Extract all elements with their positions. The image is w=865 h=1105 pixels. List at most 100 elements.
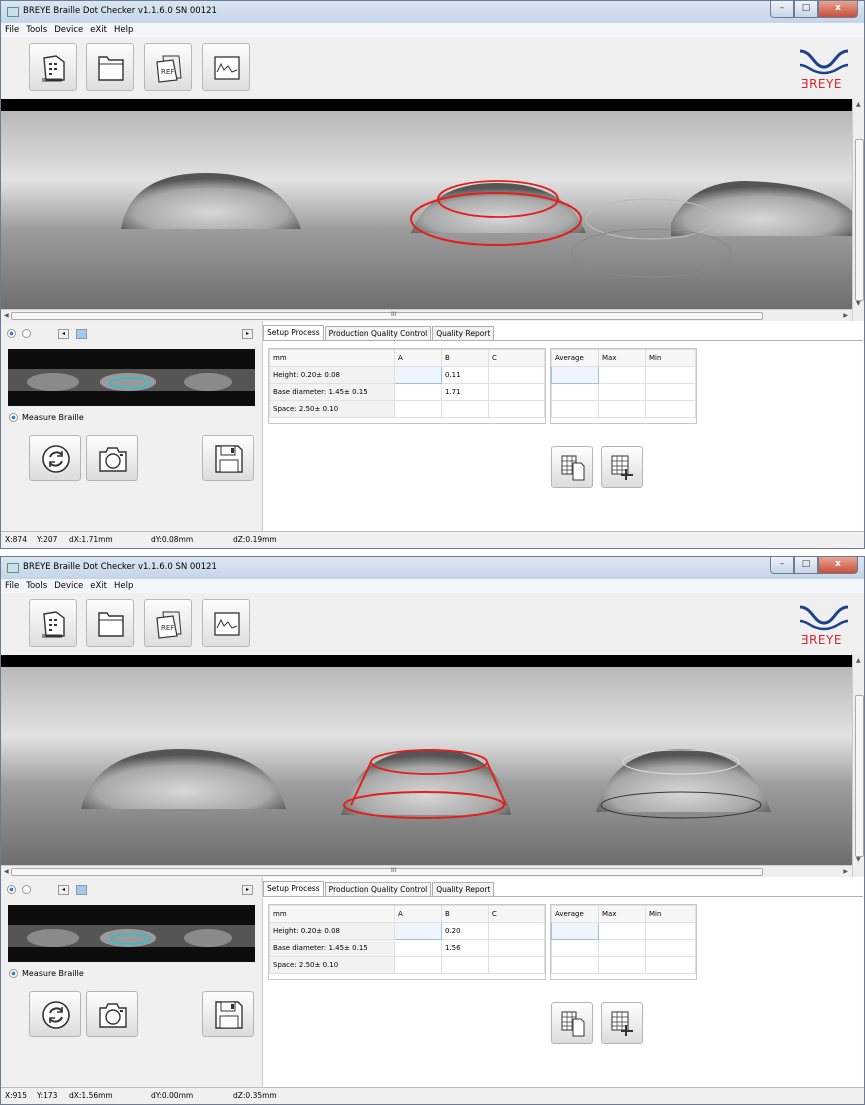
table-cell[interactable] [645,383,696,401]
cell-height-c[interactable] [488,366,545,384]
reference-button[interactable]: REF [144,599,192,647]
cell-base-diameter-c[interactable] [488,383,545,401]
view-option-radio-2[interactable] [22,885,31,894]
menu-file[interactable]: File [1,579,22,593]
view-option-radio-1[interactable] [7,329,16,338]
new-document-button[interactable] [29,599,77,647]
table-cell[interactable] [551,939,599,957]
table-cell[interactable] [551,956,599,974]
add-table-row-button[interactable] [601,1002,643,1044]
braille-dot-image[interactable] [1,111,852,309]
tab-setup-process[interactable]: Setup Process [263,881,324,896]
menu-help[interactable]: Help [110,579,136,593]
table-cell[interactable] [598,939,646,957]
cell-average[interactable] [551,366,599,384]
refresh-button[interactable] [29,435,81,481]
tab-production-quality-control[interactable]: Production Quality Control [324,882,432,897]
table-cell[interactable] [551,383,599,401]
new-document-button[interactable] [29,43,77,91]
view-option-radio-2[interactable] [22,329,31,338]
cell-max[interactable] [598,922,646,940]
graph-report-button[interactable] [202,43,250,91]
vertical-scrollbar[interactable]: ▲ ▼ [852,99,864,321]
cell-height-a[interactable] [394,922,442,940]
scroll-right-arrow[interactable]: ▶ [843,868,848,875]
cell-space-b[interactable] [441,956,489,974]
menu-file[interactable]: File [1,23,22,37]
save-button[interactable] [202,991,254,1037]
image-thumbnail[interactable] [8,349,255,406]
open-folder-button[interactable] [86,599,134,647]
add-table-row-button[interactable] [601,446,643,488]
vertical-scrollbar[interactable]: ▲ ▼ [852,655,864,877]
cell-height-b[interactable]: 0.11 [441,366,489,384]
cell-height-c[interactable] [488,922,545,940]
menu-tools[interactable]: Tools [22,579,50,593]
table-cell[interactable] [598,383,646,401]
cell-height-a[interactable] [394,366,442,384]
tab-setup-process[interactable]: Setup Process [263,325,324,340]
maximize-button[interactable]: □ [794,1,818,18]
horizontal-scroll-thumb[interactable] [11,868,763,876]
thumbnail-select-button[interactable] [76,329,87,339]
scroll-up-arrow[interactable]: ▲ [856,101,861,108]
close-button[interactable]: x [818,557,858,574]
scroll-down-arrow[interactable]: ▼ [856,856,861,863]
tab-quality-report[interactable]: Quality Report [432,326,495,341]
menu-help[interactable]: Help [110,23,136,37]
scroll-left-arrow[interactable]: ◀ [4,312,9,319]
horizontal-scrollbar[interactable]: ◀ III ▶ [1,309,852,321]
tab-production-quality-control[interactable]: Production Quality Control [324,326,432,341]
minimize-button[interactable]: – [770,1,794,18]
thumbnail-next-button[interactable]: ▸ [242,329,253,339]
export-table-button[interactable] [551,1002,593,1044]
cell-space-a[interactable] [394,400,442,418]
cell-space-c[interactable] [488,400,545,418]
table-cell[interactable] [645,400,696,418]
table-cell[interactable] [645,939,696,957]
cell-space-c[interactable] [488,956,545,974]
scroll-right-arrow[interactable]: ▶ [843,312,848,319]
view-option-radio-1[interactable] [7,885,16,894]
export-table-button[interactable] [551,446,593,488]
menu-tools[interactable]: Tools [22,23,50,37]
cell-base-diameter-c[interactable] [488,939,545,957]
thumbnail-next-button[interactable]: ▸ [242,885,253,895]
cell-space-a[interactable] [394,956,442,974]
thumbnail-prev-button[interactable]: ◂ [58,329,69,339]
save-button[interactable] [202,435,254,481]
cell-base-diameter-b[interactable]: 1.56 [441,939,489,957]
vertical-scroll-thumb[interactable] [855,139,864,301]
microscope-image-view[interactable] [1,655,864,877]
capture-button[interactable] [86,435,138,481]
title-bar[interactable]: BREYE Braille Dot Checker v1.1.6.0 SN 00… [1,557,864,579]
vertical-scroll-thumb[interactable] [855,695,864,857]
tab-quality-report[interactable]: Quality Report [432,882,495,897]
cell-height-b[interactable]: 0.20 [441,922,489,940]
table-cell[interactable] [551,400,599,418]
table-cell[interactable] [645,956,696,974]
microscope-image-view[interactable] [1,99,864,321]
graph-report-button[interactable] [202,599,250,647]
cell-base-diameter-a[interactable] [394,383,442,401]
scroll-left-arrow[interactable]: ◀ [4,868,9,875]
cell-base-diameter-b[interactable]: 1.71 [441,383,489,401]
table-cell[interactable] [598,400,646,418]
reference-button[interactable]: REF [144,43,192,91]
menu-exit[interactable]: eXit [86,23,110,37]
cell-min[interactable] [645,366,696,384]
thumbnail-prev-button[interactable]: ◂ [58,885,69,895]
thumbnail-select-button[interactable] [76,885,87,895]
measure-braille-radio[interactable] [9,413,18,422]
minimize-button[interactable]: – [770,557,794,574]
measure-braille-radio[interactable] [9,969,18,978]
maximize-button[interactable]: □ [794,557,818,574]
close-button[interactable]: x [818,1,858,18]
open-folder-button[interactable] [86,43,134,91]
menu-device[interactable]: Device [50,579,86,593]
cell-space-b[interactable] [441,400,489,418]
horizontal-scroll-thumb[interactable] [11,312,763,320]
scroll-down-arrow[interactable]: ▼ [856,300,861,307]
image-thumbnail[interactable] [8,905,255,962]
cell-base-diameter-a[interactable] [394,939,442,957]
